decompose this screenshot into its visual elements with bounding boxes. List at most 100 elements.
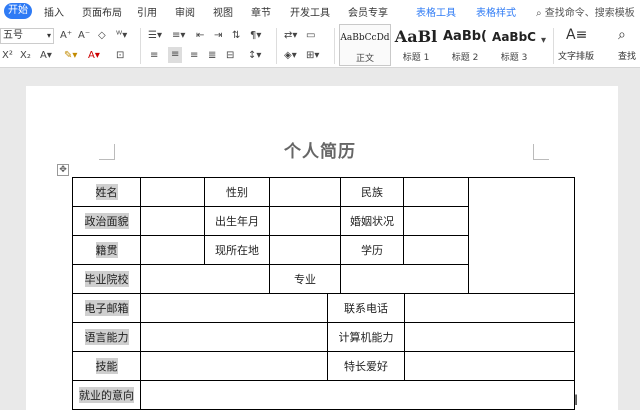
tab-member[interactable]: 会员专享 <box>348 4 388 19</box>
style-label: 标题 3 <box>500 53 528 63</box>
subscript-icon[interactable]: X₂ <box>20 49 31 63</box>
styles-more-icon[interactable]: ▾ <box>541 34 546 48</box>
table-cell[interactable] <box>404 351 575 381</box>
table-cell[interactable]: 姓名 <box>72 177 141 207</box>
outdent-icon[interactable]: ⇤ <box>196 29 204 43</box>
text-layout-button[interactable]: 文字排版 <box>558 50 594 64</box>
table-cell[interactable] <box>340 264 469 294</box>
table-cell[interactable] <box>269 206 341 236</box>
tab-insert[interactable]: 插入 <box>44 4 64 19</box>
cell-label-birth-date: 出生年月 <box>215 215 259 228</box>
numbered-list-icon[interactable]: ≡▾ <box>172 29 185 43</box>
command-search[interactable]: ⌕ 查找命令、搜索模板 <box>536 4 635 19</box>
align-center-icon[interactable]: ≡ <box>168 47 183 63</box>
table-cell[interactable]: 民族 <box>340 177 404 207</box>
table-cell[interactable] <box>269 235 341 265</box>
table-cell[interactable]: 联系电话 <box>327 293 405 323</box>
search-icon: ⌕ <box>536 8 542 19</box>
table-cell[interactable] <box>140 322 328 352</box>
indent-icon[interactable]: ⇥ <box>214 29 222 43</box>
photo-cell[interactable] <box>468 177 575 294</box>
find-icon[interactable]: ⌕ <box>618 28 626 42</box>
table-cell[interactable]: 现所在地 <box>204 235 270 265</box>
table-cell[interactable]: 专业 <box>269 264 341 294</box>
table-cell[interactable] <box>403 177 469 207</box>
char-border-icon[interactable]: ⊡ <box>116 49 124 63</box>
style-heading-2[interactable]: AaBb( 标题 2 <box>441 24 489 66</box>
divider <box>140 28 141 64</box>
cell-label-skills: 技能 <box>95 358 118 374</box>
superscript-icon[interactable]: X² <box>2 49 13 63</box>
tab-home[interactable]: 开始 <box>4 3 32 19</box>
table-cell[interactable]: 政治面貌 <box>72 206 141 236</box>
align-right-icon[interactable]: ≡ <box>190 49 198 63</box>
distribute-icon[interactable]: ⊟ <box>226 49 234 63</box>
table-cell[interactable]: 计算机能力 <box>327 322 405 352</box>
table-move-handle[interactable]: ✥ <box>57 164 69 176</box>
ribbon-tab-bar: 开始 插入 页面布局 引用 审阅 视图 章节 开发工具 会员专享 表格工具 表格… <box>0 0 640 22</box>
bullet-list-icon[interactable]: ☰▾ <box>148 29 162 43</box>
font-size-select[interactable]: 五号 ▾ <box>0 28 54 44</box>
table-cell[interactable]: 籍贯 <box>72 235 141 265</box>
table-cell[interactable] <box>404 293 575 323</box>
justify-icon[interactable]: ≣ <box>208 49 216 63</box>
table-cell[interactable]: 毕业院校 <box>72 264 141 294</box>
table-cell[interactable] <box>269 177 341 207</box>
table-cell[interactable] <box>403 235 469 265</box>
table-cell[interactable]: 语言能力 <box>72 322 141 352</box>
shading-icon[interactable]: ◈▾ <box>284 49 297 63</box>
font-color-icon[interactable]: A▾ <box>88 49 100 63</box>
cell-label-ethnicity: 民族 <box>361 186 383 199</box>
tab-chapter[interactable]: 章节 <box>251 4 271 19</box>
tab-developer[interactable]: 开发工具 <box>290 4 330 19</box>
table-cell[interactable]: 电子邮箱 <box>72 293 141 323</box>
table-cell[interactable] <box>140 177 205 207</box>
table-cell[interactable]: 学历 <box>340 235 404 265</box>
table-cell[interactable] <box>140 293 328 323</box>
text-layout-icon[interactable]: A≡ <box>566 28 587 42</box>
find-replace-button[interactable]: 查找 <box>618 50 636 64</box>
tab-table-tools[interactable]: 表格工具 <box>416 4 456 19</box>
table-cell[interactable] <box>140 206 205 236</box>
table-cell[interactable] <box>404 322 575 352</box>
table-cell[interactable] <box>403 206 469 236</box>
style-heading-1[interactable]: AaBl 标题 1 <box>392 24 440 66</box>
tab-references[interactable]: 引用 <box>137 4 157 19</box>
table-cell[interactable]: 出生年月 <box>204 206 270 236</box>
cell-label-email: 电子邮箱 <box>84 300 129 316</box>
align-left-icon[interactable]: ≡ <box>150 49 158 63</box>
phonetic-icon[interactable]: ᵂ▾ <box>116 29 127 43</box>
divider <box>334 28 335 64</box>
shrink-font-icon[interactable]: A⁻ <box>78 29 90 43</box>
tab-review[interactable]: 审阅 <box>175 4 195 19</box>
style-label: 正文 <box>355 54 374 64</box>
style-normal[interactable]: AaBbCcDd 正文 <box>339 24 391 66</box>
text-effect-icon[interactable]: A▾ <box>40 49 52 63</box>
eraser-icon[interactable]: ◇ <box>98 29 106 43</box>
table-cell[interactable]: 技能 <box>72 351 141 381</box>
line-spacing-icon[interactable]: ↕▾ <box>248 49 261 63</box>
style-heading-3[interactable]: AaBbC 标题 3 <box>490 24 538 66</box>
show-marks-icon[interactable]: ¶▾ <box>250 29 261 43</box>
borders-icon[interactable]: ⊞▾ <box>306 49 319 63</box>
tab-table-style[interactable]: 表格样式 <box>476 4 516 19</box>
tab-page-layout[interactable]: 页面布局 <box>82 4 122 19</box>
table-cell[interactable]: 婚姻状况 <box>340 206 404 236</box>
sort-icon[interactable]: ⇅ <box>232 29 240 43</box>
divider <box>553 28 554 64</box>
tab-view[interactable]: 视图 <box>213 4 233 19</box>
font-size-value: 五号 <box>3 30 23 41</box>
paragraph-icon[interactable]: ⇄▾ <box>284 29 297 43</box>
table-border-icon[interactable]: ▭ <box>306 29 315 43</box>
table-cell[interactable] <box>140 351 328 381</box>
table-cell[interactable]: 特长爱好 <box>327 351 405 381</box>
grow-font-icon[interactable]: A⁺ <box>60 29 72 43</box>
table-cell[interactable] <box>140 380 575 410</box>
style-sample: AaBbCcDd <box>340 33 390 43</box>
highlight-icon[interactable]: ✎▾ <box>64 49 77 63</box>
table-cell[interactable]: 就业的意向 <box>72 380 141 410</box>
table-cell[interactable] <box>140 264 270 294</box>
table-cell[interactable] <box>140 235 205 265</box>
table-cell[interactable]: 性别 <box>204 177 270 207</box>
chevron-down-icon: ▾ <box>46 31 51 40</box>
